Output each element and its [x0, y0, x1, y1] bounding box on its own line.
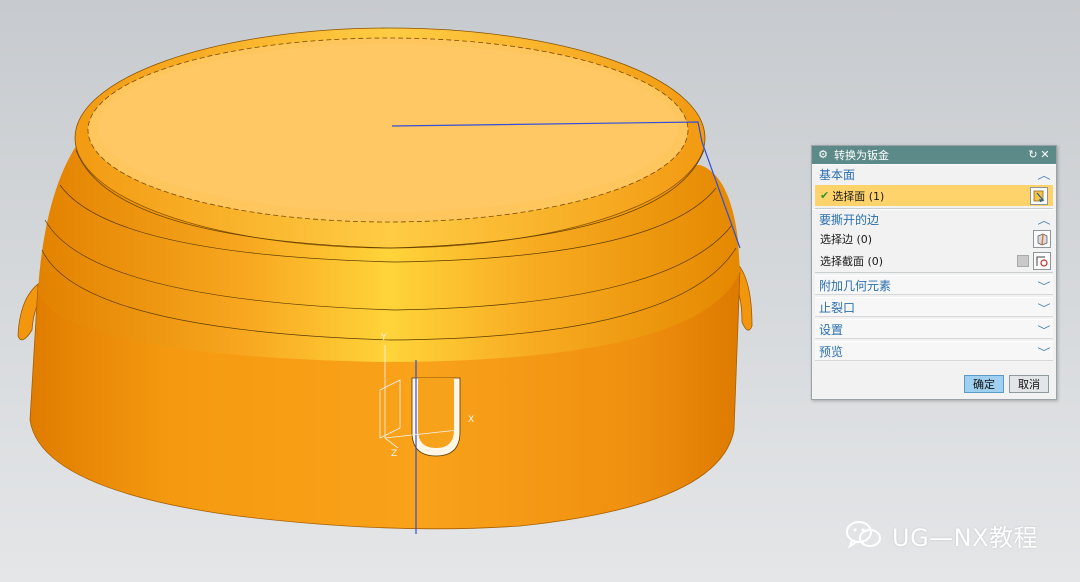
gear-icon: ⚙ — [818, 148, 828, 161]
chevron-down-icon: ﹀ — [1037, 325, 1051, 337]
dialog-title: 转换为钣金 — [834, 149, 889, 162]
section-preview[interactable]: 预览 ﹀ — [815, 341, 1053, 361]
axis-label-y: Y — [380, 333, 387, 343]
chevron-up-icon: ︿ — [1037, 170, 1051, 182]
section-square-icon[interactable] — [1017, 255, 1029, 267]
ok-button[interactable]: 确定 — [964, 375, 1004, 393]
edge-select-icon — [1037, 233, 1048, 246]
select-edge-row[interactable]: 选择边 (0) — [812, 228, 1056, 250]
select-face-row[interactable]: ✔ 选择面 (1) — [815, 185, 1053, 206]
wechat-icon — [846, 521, 881, 549]
chevron-up-icon: ︿ — [1037, 215, 1051, 227]
divider — [815, 272, 1053, 273]
checkmark-icon: ✔ — [820, 189, 830, 202]
section-sketch-icon — [1036, 256, 1048, 267]
close-icon[interactable]: ✕ — [1039, 146, 1051, 164]
face-select-icon — [1033, 190, 1045, 202]
section-title: 止裂口 — [819, 300, 856, 315]
section-title: 附加几何元素 — [819, 278, 892, 293]
section-base-face-header[interactable]: 基本面 ︿ — [812, 164, 1056, 183]
section-title: 要撕开的边 — [819, 212, 880, 227]
select-section-label: 选择截面 (0) — [820, 255, 884, 268]
select-edge-button[interactable] — [1033, 230, 1051, 248]
select-section-button[interactable] — [1033, 252, 1051, 270]
section-title: 设置 — [819, 322, 844, 337]
axis-label-z: Z — [391, 449, 397, 459]
select-face-label: 选择面 (1) — [832, 189, 885, 203]
dialog-footer: 确定 取消 — [964, 375, 1049, 393]
select-face-button[interactable] — [1030, 186, 1048, 205]
cancel-button[interactable]: 取消 — [1009, 375, 1049, 393]
part-model[interactable]: Y X Z — [17, 27, 753, 534]
section-title: 预览 — [819, 344, 844, 359]
section-additional-geometry[interactable]: 附加几何元素 ﹀ — [815, 275, 1053, 295]
select-edge-label: 选择边 (0) — [820, 233, 873, 246]
section-settings[interactable]: 设置 ﹀ — [815, 319, 1053, 339]
chevron-down-icon: ﹀ — [1037, 281, 1051, 293]
dialog-titlebar[interactable]: ⚙ 转换为钣金 ↻ ✕ — [812, 146, 1056, 164]
watermark: UG—NX教程 — [844, 517, 1038, 553]
section-title: 基本面 — [819, 167, 856, 182]
chevron-down-icon: ﹀ — [1037, 303, 1051, 315]
axis-label-x: X — [468, 415, 474, 425]
convert-to-sheet-metal-dialog: ⚙ 转换为钣金 ↻ ✕ 基本面 ︿ ✔ 选择面 (1) 要撕开的边 ︿ 选择边 … — [811, 145, 1057, 400]
select-section-row[interactable]: 选择截面 (0) — [812, 250, 1056, 272]
section-relief[interactable]: 止裂口 ﹀ — [815, 297, 1053, 317]
section-edges-header[interactable]: 要撕开的边 ︿ — [812, 209, 1056, 228]
reset-icon[interactable]: ↻ — [1027, 146, 1039, 164]
watermark-text: UG—NX教程 — [892, 523, 1039, 552]
chevron-down-icon: ﹀ — [1037, 347, 1051, 359]
